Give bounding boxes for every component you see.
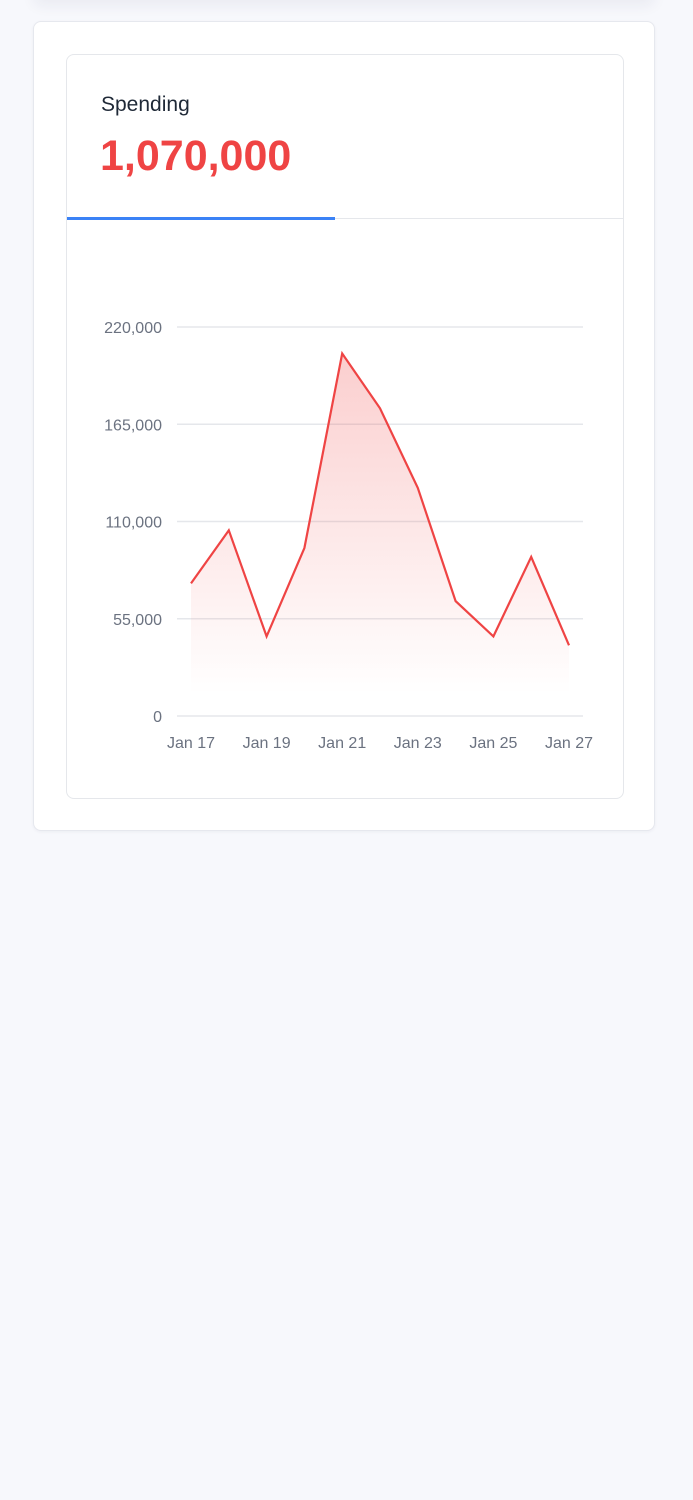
dashboard-card: Spending 1,070,000 0 55,000 110,000 165,000… — [33, 21, 655, 831]
y-tick-label: 55,000 — [113, 612, 162, 629]
x-tick-label: Jan 23 — [394, 735, 442, 752]
y-axis-ticks: 0 55,000 110,000 165,000 220,000 — [104, 320, 162, 726]
x-tick-label: Jan 21 — [318, 735, 366, 752]
y-tick-label: 165,000 — [104, 417, 162, 434]
x-axis-ticks: Jan 17 Jan 19 Jan 21 Jan 23 Jan 25 Jan 27 — [167, 735, 593, 752]
x-tick-label: Jan 27 — [545, 735, 593, 752]
y-tick-label: 220,000 — [104, 320, 162, 337]
area-fill — [191, 353, 569, 694]
spending-chart-card: Spending 1,070,000 0 55,000 110,000 165,000… — [66, 54, 624, 799]
x-tick-label: Jan 25 — [469, 735, 517, 752]
x-tick-label: Jan 17 — [167, 735, 215, 752]
spending-area-chart: 055,000110,000165,000220,000 Jan 17 Jan 1… — [104, 320, 593, 752]
x-tick-label: Jan 19 — [243, 735, 291, 752]
y-tick-label: 110,000 — [105, 515, 162, 532]
area-path — [191, 353, 569, 694]
y-tick-label: 0 — [153, 709, 162, 726]
